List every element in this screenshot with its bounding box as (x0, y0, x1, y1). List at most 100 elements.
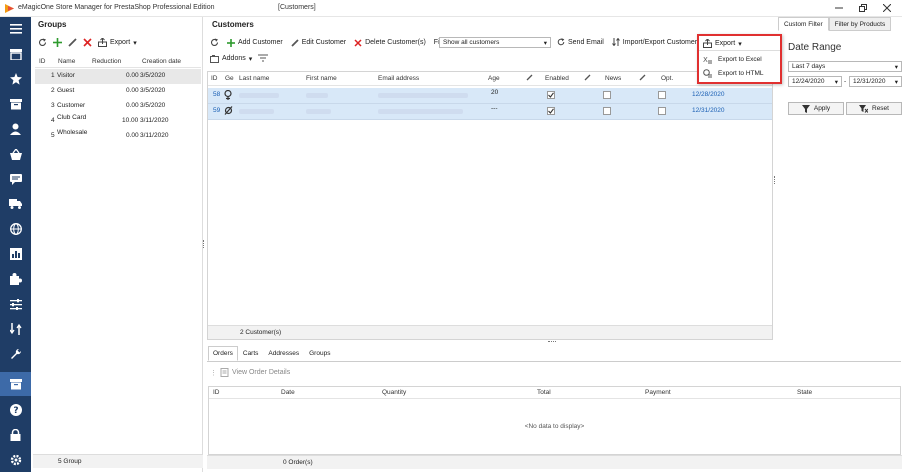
document-title: [Customers] (278, 4, 316, 11)
col-id: ID (39, 58, 46, 65)
lock-icon[interactable] (0, 423, 31, 447)
pencil-icon (68, 38, 77, 47)
addons-button[interactable]: Addons ▾ (210, 54, 253, 63)
tab-filter-by-products[interactable]: Filter by Products (828, 17, 892, 31)
basket-icon[interactable] (0, 142, 31, 166)
tab-orders[interactable]: Orders (208, 346, 238, 361)
html-icon (703, 69, 712, 78)
add-group-button[interactable] (53, 38, 62, 47)
orders-grid-header: ID Date Quantity Total Payment State (209, 387, 900, 399)
groups-toolbar: Export ▾ (38, 38, 137, 47)
export-menu-header[interactable]: Export ▾ (703, 39, 742, 48)
restore-button[interactable] (852, 2, 874, 14)
edit-customer-button[interactable]: Edit Customer (291, 38, 346, 47)
table-row[interactable]: 59 --- 12/31/2020 (208, 104, 772, 120)
table-row[interactable]: 1 Visitor 0.00 3/5/2020 (35, 69, 201, 84)
dropdown-arrow-icon: ▾ (248, 55, 253, 63)
refresh-groups-button[interactable] (38, 38, 47, 47)
refresh-customers-button[interactable] (210, 38, 219, 47)
date-range-select[interactable]: Last 7 days ▾ (788, 61, 902, 72)
table-row[interactable]: 3 Customer 0.00 3/5/2020 (35, 99, 201, 114)
sliders-icon[interactable] (0, 292, 31, 316)
box-icon[interactable] (0, 92, 31, 116)
tab-custom-filter[interactable]: Custom Filter (778, 17, 829, 31)
chevron-down-icon: ▾ (894, 78, 898, 86)
svg-text:X: X (703, 56, 708, 64)
chart-icon[interactable] (0, 242, 31, 266)
table-row[interactable]: 4 Club Card 10.00 3/11/2020 (35, 114, 201, 129)
table-row[interactable]: 5 Wholesale 0.00 3/11/2020 (35, 129, 201, 144)
help-icon[interactable]: ? (0, 398, 31, 422)
close-window-button[interactable] (876, 2, 898, 14)
truck-icon[interactable] (0, 192, 31, 216)
col-id: ID (211, 75, 218, 82)
horizontal-splitter[interactable] (548, 341, 556, 343)
app-logo-icon (5, 4, 14, 13)
export-to-excel-item[interactable]: X Export to Excel (703, 55, 762, 64)
opt-checkbox[interactable] (658, 107, 666, 115)
customers-title: Customers (212, 20, 254, 29)
transfer-icon[interactable] (0, 317, 31, 341)
news-checkbox[interactable] (603, 107, 611, 115)
tab-carts[interactable]: Carts (238, 346, 264, 361)
col-order-quantity: Quantity (382, 389, 407, 396)
news-checkbox[interactable] (603, 91, 611, 99)
col-order-total: Total (537, 389, 551, 396)
minimize-button[interactable] (828, 2, 850, 14)
filter-tabs: Custom Filter Filter by Products (778, 17, 902, 31)
date-from-input[interactable]: 12/24/2020 ▾ (788, 76, 842, 87)
opt-checkbox[interactable] (658, 91, 666, 99)
menu-divider (699, 50, 780, 51)
groups-footer: 5 Group (33, 454, 203, 468)
left-navigation: ? (0, 17, 31, 472)
table-row[interactable]: 58 20 12/28/2020 (208, 88, 772, 104)
tab-addresses[interactable]: Addresses (263, 346, 304, 361)
dropdown-arrow-icon: ▾ (738, 40, 742, 48)
delete-group-button[interactable] (83, 38, 92, 47)
left-splitter[interactable] (203, 240, 205, 248)
orders-count: 0 Order(s) (283, 459, 313, 466)
enabled-checkbox[interactable] (547, 91, 555, 99)
delete-customer-button[interactable]: Delete Customer(s) (354, 38, 426, 47)
table-row[interactable]: 2 Guest 0.00 3/5/2020 (35, 84, 201, 99)
menu-icon[interactable] (0, 17, 31, 41)
user-icon[interactable] (0, 117, 31, 141)
col-first-name: First name (306, 75, 337, 82)
vertical-splitter[interactable] (774, 176, 776, 184)
apply-filter-button[interactable]: Apply (788, 102, 844, 115)
date-to-input[interactable]: 12/31/2020 ▾ (849, 76, 902, 87)
groups-export-button[interactable]: Export ▾ (98, 38, 137, 47)
col-gender: Ge (225, 75, 234, 82)
chat-icon[interactable] (0, 167, 31, 191)
delete-x-icon (83, 38, 92, 47)
delete-x-icon (354, 38, 362, 47)
grip-icon: ⋮ (210, 369, 217, 377)
wrench-icon[interactable] (0, 342, 31, 366)
add-customer-button[interactable]: Add Customer (227, 38, 283, 47)
view-order-details-button[interactable]: ⋮ View Order Details (210, 368, 290, 377)
store-icon[interactable] (0, 42, 31, 66)
star-icon[interactable] (0, 67, 31, 91)
column-filter-button[interactable] (258, 54, 269, 63)
document-icon (220, 368, 229, 377)
gender-unknown-icon (224, 106, 233, 115)
dropdown-arrow-icon: ▾ (133, 39, 137, 47)
storage-icon[interactable] (0, 372, 31, 396)
enabled-checkbox[interactable] (547, 107, 555, 115)
orders-footer: 0 Order(s) (207, 455, 902, 469)
groups-title: Groups (38, 20, 67, 29)
puzzle-icon[interactable] (0, 267, 31, 291)
tab-groups[interactable]: Groups (304, 346, 335, 361)
gear-icon[interactable] (0, 448, 31, 472)
customers-toolbar: Add Customer Edit Customer Delete Custom… (210, 38, 449, 47)
reset-filter-button[interactable]: Reset (846, 102, 902, 115)
edit-group-button[interactable] (68, 38, 77, 47)
customers-grid-header: ID Ge Last name First name Email address… (208, 72, 772, 86)
globe-icon[interactable] (0, 217, 31, 241)
col-reduction: Reduction (92, 58, 122, 65)
customers-footer: 2 Customer(s) (208, 325, 772, 339)
export-to-html-item[interactable]: Export to HTML (703, 69, 764, 78)
customer-filter-select[interactable]: Show all customers ▾ (439, 37, 551, 48)
send-email-button[interactable]: Send Email (557, 38, 604, 46)
import-export-button[interactable]: Import/Export Customer (611, 38, 697, 46)
